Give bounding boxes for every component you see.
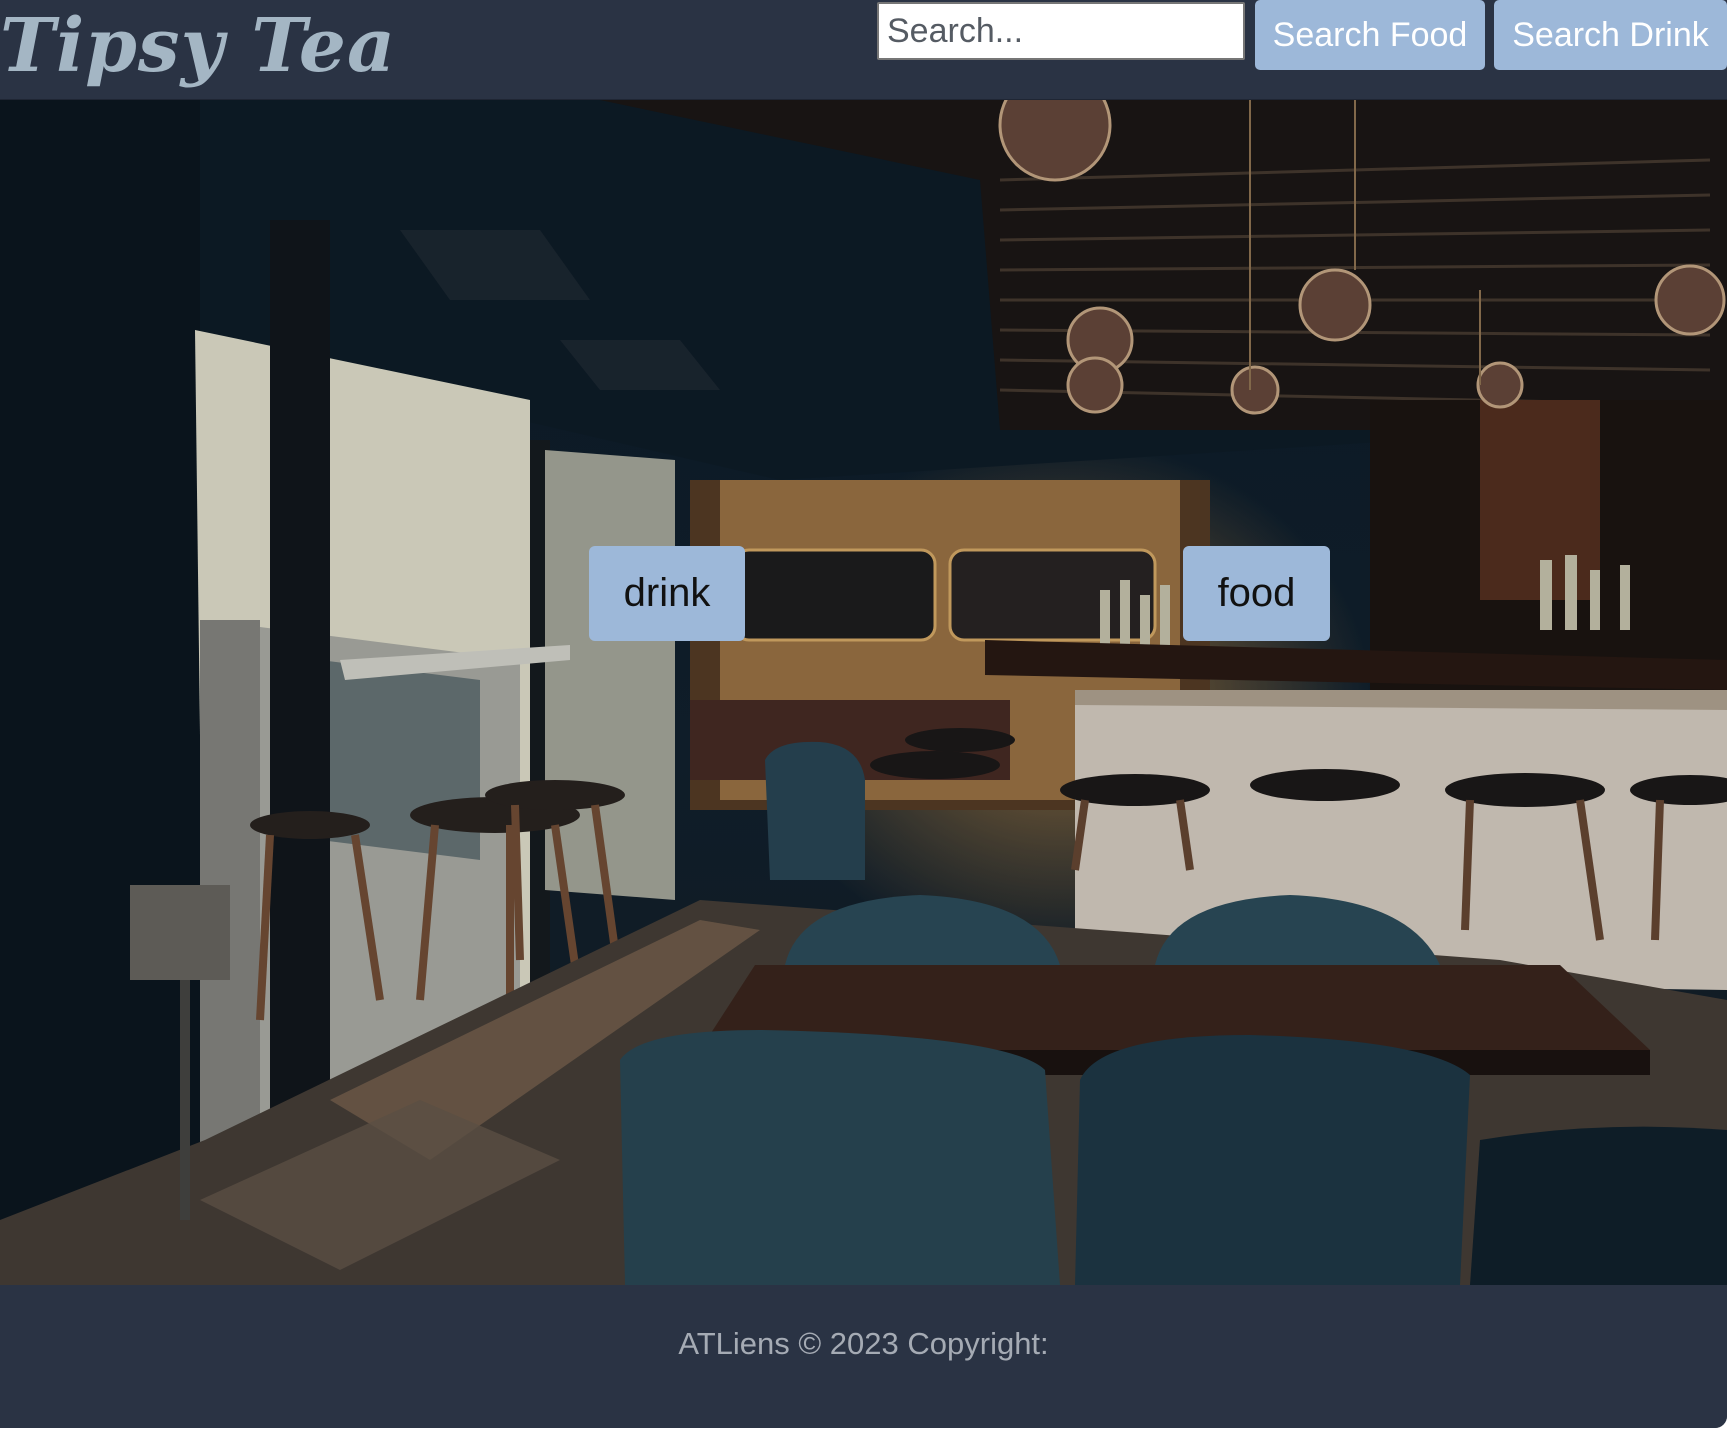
search-food-button[interactable]: Search Food [1255, 0, 1485, 70]
brand-logo[interactable]: Tipsy Tea [0, 0, 396, 92]
bar-interior-photo [0, 100, 1727, 1285]
copyright-text: ATLiens © 2023 Copyright: [678, 1326, 1049, 1361]
footer: ATLiens © 2023 Copyright: [0, 1285, 1727, 1428]
search-input[interactable] [877, 2, 1245, 60]
category-drink-button[interactable]: drink [589, 546, 745, 641]
category-food-button[interactable]: food [1183, 546, 1330, 641]
hero-banner: drink food [0, 100, 1727, 1285]
app-window: Tipsy Tea Search Food Search Drink [0, 0, 1727, 1428]
search-drink-button[interactable]: Search Drink [1494, 0, 1727, 70]
navbar: Tipsy Tea Search Food Search Drink [0, 0, 1727, 100]
